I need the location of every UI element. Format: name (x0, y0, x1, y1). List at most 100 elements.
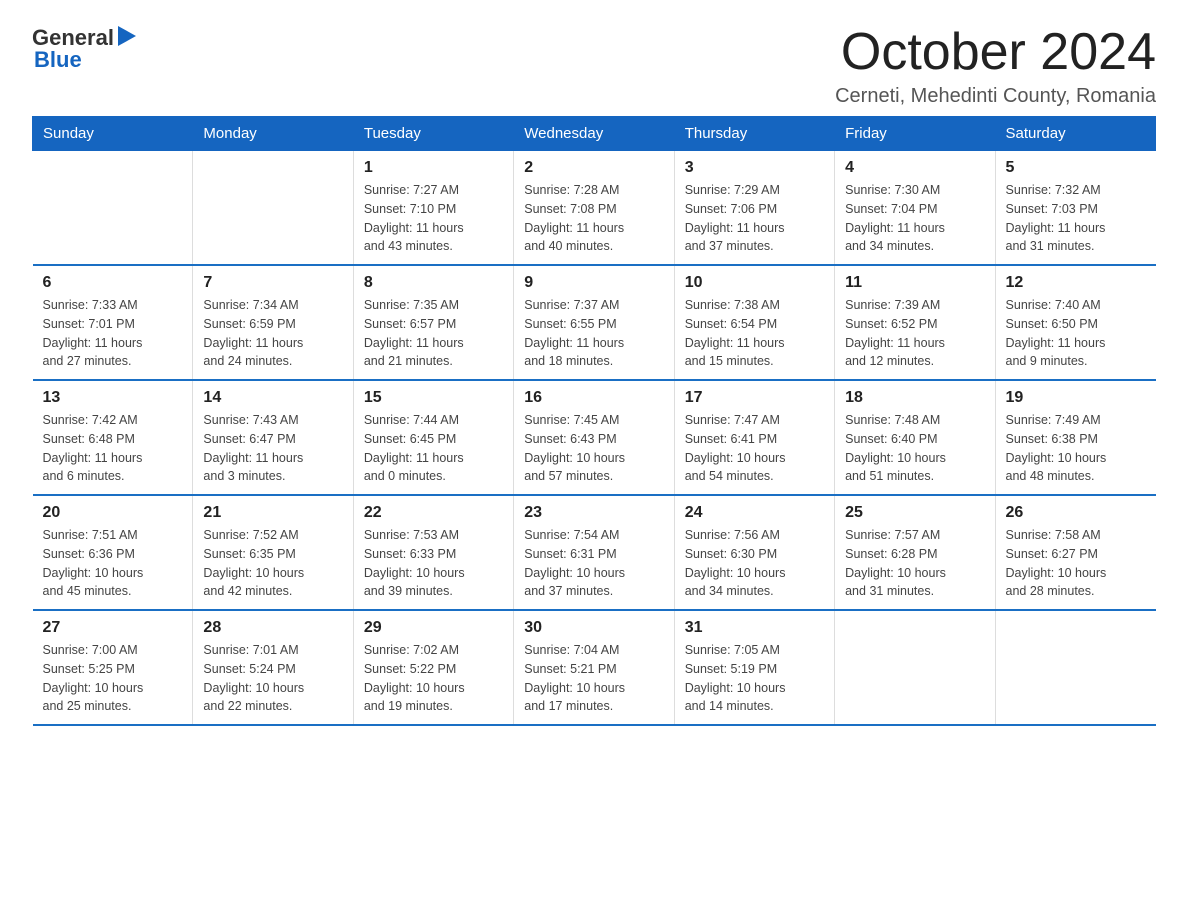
col-tuesday: Tuesday (353, 117, 513, 151)
col-thursday: Thursday (674, 117, 834, 151)
calendar-header-row: Sunday Monday Tuesday Wednesday Thursday… (33, 117, 1156, 151)
logo-text-blue: Blue (34, 47, 82, 73)
page-header: General Blue October 2024 Cerneti, Mehed… (32, 24, 1156, 108)
day-number: 30 (524, 619, 663, 637)
day-info: Sunrise: 7:51 AM Sunset: 6:36 PM Dayligh… (43, 526, 183, 601)
table-row: 25Sunrise: 7:57 AM Sunset: 6:28 PM Dayli… (835, 495, 995, 610)
table-row: 21Sunrise: 7:52 AM Sunset: 6:35 PM Dayli… (193, 495, 353, 610)
table-row: 8 Sunrise: 7:35 AM Sunset: 6:57 PM Daylig… (353, 265, 513, 380)
col-friday: Friday (835, 117, 995, 151)
title-section: October 2024 Cerneti, Mehedinti County, … (835, 24, 1156, 108)
day-number: 15 (364, 389, 503, 407)
table-row: 11 Sunrise: 7:39 AM Sunset: 6:52 PM Dayli… (835, 265, 995, 380)
day-number: 27 (43, 619, 183, 637)
day-info: Sunrise: 7:29 AM Sunset: 7:06 PM Dayligh… (685, 181, 824, 256)
day-number: 19 (1006, 389, 1146, 407)
location: Cerneti, Mehedinti County, Romania (835, 85, 1156, 108)
day-info: Sunrise: 7:43 AM Sunset: 6:47 PM Dayligh… (203, 411, 342, 486)
table-row: 29 Sunrise: 7:02 AM Sunset: 5:22 PM Dayli… (353, 610, 513, 725)
day-number: 25 (845, 504, 984, 522)
day-number: 28 (203, 619, 342, 637)
table-row (835, 610, 995, 725)
day-number: 18 (845, 389, 984, 407)
table-row: 7 Sunrise: 7:34 AM Sunset: 6:59 PM Daylig… (193, 265, 353, 380)
day-info: Sunrise: 7:27 AM Sunset: 7:10 PM Dayligh… (364, 181, 503, 256)
table-row: 15 Sunrise: 7:44 AM Sunset: 6:45 PM Dayli… (353, 380, 513, 495)
day-info: Sunrise: 7:39 AM Sunset: 6:52 PM Dayligh… (845, 296, 984, 371)
day-info: Sunrise: 7:58 AM Sunset: 6:27 PM Dayligh… (1006, 526, 1146, 601)
table-row: 30Sunrise: 7:04 AM Sunset: 5:21 PM Dayli… (514, 610, 674, 725)
day-number: 2 (524, 159, 663, 177)
day-info: Sunrise: 7:01 AM Sunset: 5:24 PM Dayligh… (203, 641, 342, 716)
logo: General Blue (32, 24, 136, 73)
day-number: 31 (685, 619, 824, 637)
table-row: 22 Sunrise: 7:53 AM Sunset: 6:33 PM Dayli… (353, 495, 513, 610)
day-number: 10 (685, 274, 824, 292)
table-row: 31 Sunrise: 7:05 AM Sunset: 5:19 PM Dayli… (674, 610, 834, 725)
table-row: 2 Sunrise: 7:28 AM Sunset: 7:08 PM Daylig… (514, 151, 674, 266)
day-number: 22 (364, 504, 503, 522)
table-row: 3 Sunrise: 7:29 AM Sunset: 7:06 PM Daylig… (674, 151, 834, 266)
col-wednesday: Wednesday (514, 117, 674, 151)
day-info: Sunrise: 7:56 AM Sunset: 6:30 PM Dayligh… (685, 526, 824, 601)
day-info: Sunrise: 7:05 AM Sunset: 5:19 PM Dayligh… (685, 641, 824, 716)
day-info: Sunrise: 7:53 AM Sunset: 6:33 PM Dayligh… (364, 526, 503, 601)
day-number: 1 (364, 159, 503, 177)
table-row: 16 Sunrise: 7:45 AM Sunset: 6:43 PM Dayli… (514, 380, 674, 495)
table-row: 23 Sunrise: 7:54 AM Sunset: 6:31 PM Dayli… (514, 495, 674, 610)
calendar-week-row: 13 Sunrise: 7:42 AM Sunset: 6:48 PM Dayli… (33, 380, 1156, 495)
day-number: 8 (364, 274, 503, 292)
day-number: 23 (524, 504, 663, 522)
day-info: Sunrise: 7:34 AM Sunset: 6:59 PM Dayligh… (203, 296, 342, 371)
day-number: 24 (685, 504, 824, 522)
day-number: 17 (685, 389, 824, 407)
month-title: October 2024 (835, 24, 1156, 81)
day-info: Sunrise: 7:32 AM Sunset: 7:03 PM Dayligh… (1006, 181, 1146, 256)
table-row: 13 Sunrise: 7:42 AM Sunset: 6:48 PM Dayli… (33, 380, 193, 495)
day-number: 4 (845, 159, 984, 177)
day-info: Sunrise: 7:33 AM Sunset: 7:01 PM Dayligh… (43, 296, 183, 371)
col-sunday: Sunday (33, 117, 193, 151)
day-info: Sunrise: 7:00 AM Sunset: 5:25 PM Dayligh… (43, 641, 183, 716)
day-number: 9 (524, 274, 663, 292)
day-info: Sunrise: 7:37 AM Sunset: 6:55 PM Dayligh… (524, 296, 663, 371)
calendar-table: Sunday Monday Tuesday Wednesday Thursday… (32, 116, 1156, 726)
day-number: 11 (845, 274, 984, 292)
day-info: Sunrise: 7:35 AM Sunset: 6:57 PM Dayligh… (364, 296, 503, 371)
day-number: 20 (43, 504, 183, 522)
day-info: Sunrise: 7:47 AM Sunset: 6:41 PM Dayligh… (685, 411, 824, 486)
day-info: Sunrise: 7:49 AM Sunset: 6:38 PM Dayligh… (1006, 411, 1146, 486)
table-row: 26 Sunrise: 7:58 AM Sunset: 6:27 PM Dayli… (995, 495, 1155, 610)
table-row (193, 151, 353, 266)
day-number: 5 (1006, 159, 1146, 177)
day-number: 3 (685, 159, 824, 177)
table-row: 18 Sunrise: 7:48 AM Sunset: 6:40 PM Dayli… (835, 380, 995, 495)
day-number: 7 (203, 274, 342, 292)
day-number: 6 (43, 274, 183, 292)
day-number: 13 (43, 389, 183, 407)
day-info: Sunrise: 7:42 AM Sunset: 6:48 PM Dayligh… (43, 411, 183, 486)
table-row: 5 Sunrise: 7:32 AM Sunset: 7:03 PM Daylig… (995, 151, 1155, 266)
table-row: 1 Sunrise: 7:27 AM Sunset: 7:10 PM Daylig… (353, 151, 513, 266)
day-info: Sunrise: 7:02 AM Sunset: 5:22 PM Dayligh… (364, 641, 503, 716)
day-info: Sunrise: 7:54 AM Sunset: 6:31 PM Dayligh… (524, 526, 663, 601)
table-row: 10Sunrise: 7:38 AM Sunset: 6:54 PM Dayli… (674, 265, 834, 380)
day-number: 16 (524, 389, 663, 407)
table-row: 12Sunrise: 7:40 AM Sunset: 6:50 PM Dayli… (995, 265, 1155, 380)
table-row: 27 Sunrise: 7:00 AM Sunset: 5:25 PM Dayli… (33, 610, 193, 725)
day-number: 12 (1006, 274, 1146, 292)
calendar-week-row: 1 Sunrise: 7:27 AM Sunset: 7:10 PM Daylig… (33, 151, 1156, 266)
table-row: 9 Sunrise: 7:37 AM Sunset: 6:55 PM Daylig… (514, 265, 674, 380)
table-row: 6 Sunrise: 7:33 AM Sunset: 7:01 PM Daylig… (33, 265, 193, 380)
day-info: Sunrise: 7:48 AM Sunset: 6:40 PM Dayligh… (845, 411, 984, 486)
logo-arrow-icon (118, 26, 136, 46)
day-info: Sunrise: 7:44 AM Sunset: 6:45 PM Dayligh… (364, 411, 503, 486)
table-row: 28 Sunrise: 7:01 AM Sunset: 5:24 PM Dayli… (193, 610, 353, 725)
day-number: 26 (1006, 504, 1146, 522)
day-number: 21 (203, 504, 342, 522)
day-number: 29 (364, 619, 503, 637)
day-number: 14 (203, 389, 342, 407)
day-info: Sunrise: 7:45 AM Sunset: 6:43 PM Dayligh… (524, 411, 663, 486)
table-row: 4Sunrise: 7:30 AM Sunset: 7:04 PM Daylig… (835, 151, 995, 266)
day-info: Sunrise: 7:28 AM Sunset: 7:08 PM Dayligh… (524, 181, 663, 256)
